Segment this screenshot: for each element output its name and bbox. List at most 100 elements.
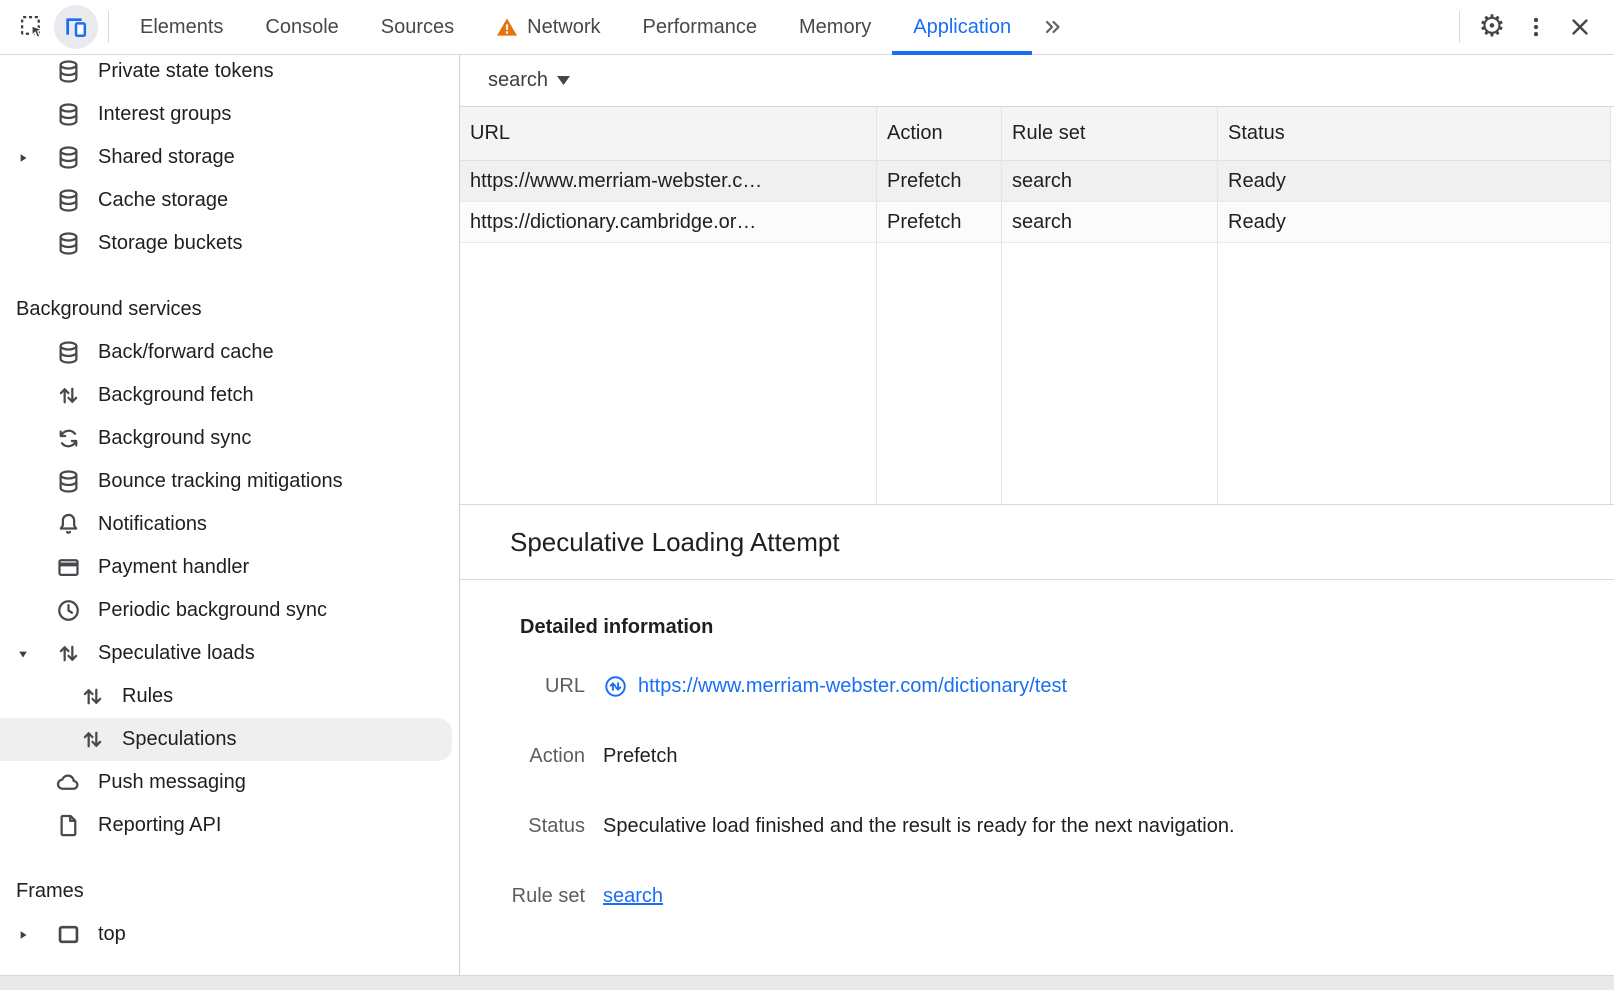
column-header-rule-set[interactable]: Rule set bbox=[1002, 107, 1218, 160]
sidebar-section-label: Frames bbox=[16, 880, 84, 903]
close-devtools-button[interactable] bbox=[1558, 5, 1602, 49]
database-icon bbox=[55, 339, 82, 366]
url-field: URL https://www.merriam-webster.com/dict… bbox=[460, 671, 1614, 701]
inspect-element-button[interactable] bbox=[10, 5, 54, 49]
tab-memory[interactable]: Memory bbox=[778, 0, 892, 55]
database-icon bbox=[55, 230, 82, 257]
cell-status: Ready bbox=[1218, 161, 1610, 201]
sidebar-section-background-services: Background services bbox=[0, 288, 459, 331]
cloud-icon bbox=[55, 769, 82, 796]
close-icon bbox=[1567, 14, 1593, 40]
cell-url: https://www.merriam-webster.c… bbox=[460, 161, 877, 201]
tab-label: Elements bbox=[140, 16, 223, 39]
database-icon bbox=[55, 187, 82, 214]
tab-elements[interactable]: Elements bbox=[119, 0, 244, 55]
sidebar-item-label: Private state tokens bbox=[98, 60, 274, 83]
devtools-window: Elements Console Sources Network Perform… bbox=[0, 0, 1614, 990]
tab-sources[interactable]: Sources bbox=[360, 0, 475, 55]
clock-icon bbox=[55, 597, 82, 624]
sidebar-item-label: Rules bbox=[122, 685, 173, 708]
url-link[interactable]: https://www.merriam-webster.com/dictiona… bbox=[638, 675, 1067, 698]
sidebar-item-label: Payment handler bbox=[98, 556, 249, 579]
cell-rule-set: search bbox=[1002, 161, 1218, 201]
customize-devtools-button[interactable] bbox=[1514, 5, 1558, 49]
sidebar-item-background-sync[interactable]: Background sync bbox=[0, 417, 452, 460]
sidebar-item-top-frame[interactable]: top bbox=[0, 913, 452, 956]
detailed-information-heading: Detailed information bbox=[520, 616, 1614, 644]
sidebar-item-notifications[interactable]: Notifications bbox=[0, 503, 452, 546]
sidebar-item-speculative-loads[interactable]: Speculative loads bbox=[0, 632, 452, 675]
sidebar-item-rules[interactable]: Rules bbox=[0, 675, 452, 718]
sidebar-item-label: Speculations bbox=[122, 728, 237, 751]
sidebar-item-cache-storage[interactable]: Cache storage bbox=[0, 179, 452, 222]
sidebar-item-speculations[interactable]: Speculations bbox=[0, 718, 452, 761]
rule-set-field: Rule set search bbox=[460, 881, 1614, 911]
kebab-menu-icon bbox=[1523, 14, 1549, 40]
rule-set-link[interactable]: search bbox=[603, 885, 663, 908]
tab-label: Memory bbox=[799, 16, 871, 39]
tab-performance[interactable]: Performance bbox=[622, 0, 779, 55]
toolbar-divider bbox=[108, 11, 109, 43]
more-tabs-button[interactable] bbox=[1032, 15, 1072, 39]
cell-status: Ready bbox=[1218, 202, 1610, 242]
inspect-cursor-icon bbox=[19, 14, 46, 41]
top-toolbar: Elements Console Sources Network Perform… bbox=[0, 0, 1614, 55]
column-header-url[interactable]: URL bbox=[460, 107, 877, 160]
database-icon bbox=[55, 468, 82, 495]
speculations-panel: search URL Action Rule set Status https:… bbox=[460, 55, 1614, 975]
column-header-status[interactable]: Status bbox=[1218, 107, 1610, 160]
sidebar-item-private-state-tokens[interactable]: Private state tokens bbox=[0, 55, 452, 93]
toggle-device-toolbar-button[interactable] bbox=[54, 5, 98, 49]
sidebar-item-label: Shared storage bbox=[98, 146, 235, 169]
ruleset-filter-dropdown[interactable]: search bbox=[488, 69, 570, 92]
ruleset-filter-value: search bbox=[488, 69, 548, 92]
speculations-toolbar: search bbox=[460, 55, 1614, 107]
sidebar-item-label: Push messaging bbox=[98, 771, 246, 794]
up-down-arrows-icon bbox=[55, 640, 82, 667]
sidebar-item-push-messaging[interactable]: Push messaging bbox=[0, 761, 452, 804]
tab-console[interactable]: Console bbox=[244, 0, 359, 55]
database-icon bbox=[55, 58, 82, 85]
sidebar-item-periodic-background-sync[interactable]: Periodic background sync bbox=[0, 589, 452, 632]
cell-action: Prefetch bbox=[877, 202, 1002, 242]
expander-expanded-icon[interactable] bbox=[16, 647, 30, 661]
sidebar-item-bounce-tracking-mitigations[interactable]: Bounce tracking mitigations bbox=[0, 460, 452, 503]
status-value: Speculative load finished and the result… bbox=[603, 815, 1235, 838]
database-icon bbox=[55, 101, 82, 128]
toolbar-right-controls: ⚙ bbox=[1449, 5, 1614, 49]
sidebar-item-storage-buckets[interactable]: Storage buckets bbox=[0, 222, 452, 265]
sidebar-item-shared-storage[interactable]: Shared storage bbox=[0, 136, 452, 179]
settings-button[interactable]: ⚙ bbox=[1470, 5, 1514, 49]
expander-collapsed-icon[interactable] bbox=[16, 928, 30, 942]
device-toolbar-icon bbox=[63, 14, 90, 41]
sidebar-item-payment-handler[interactable]: Payment handler bbox=[0, 546, 452, 589]
sidebar-item-label: Reporting API bbox=[98, 814, 221, 837]
sidebar-item-label: Interest groups bbox=[98, 103, 231, 126]
expander-collapsed-icon[interactable] bbox=[16, 151, 30, 165]
tab-application[interactable]: Application bbox=[892, 0, 1032, 55]
toolbar-divider bbox=[1459, 11, 1460, 43]
up-down-arrows-icon bbox=[79, 726, 106, 753]
sidebar-item-back-forward-cache[interactable]: Back/forward cache bbox=[0, 331, 452, 374]
table-row-merriam-webster[interactable]: https://www.merriam-webster.c… Prefetch … bbox=[460, 161, 1610, 202]
sidebar-item-interest-groups[interactable]: Interest groups bbox=[0, 93, 452, 136]
url-field-label: URL bbox=[460, 675, 585, 698]
column-header-action[interactable]: Action bbox=[877, 107, 1002, 160]
sidebar-item-label: Speculative loads bbox=[98, 642, 255, 665]
sidebar-item-reporting-api[interactable]: Reporting API bbox=[0, 804, 452, 847]
devtools-body: Private state tokens Interest groups Sha… bbox=[0, 55, 1614, 975]
sidebar-item-background-fetch[interactable]: Background fetch bbox=[0, 374, 452, 417]
sidebar-item-label: Background sync bbox=[98, 427, 251, 450]
dropdown-caret-icon bbox=[557, 76, 570, 86]
tab-label: Application bbox=[913, 16, 1011, 39]
table-row-cambridge[interactable]: https://dictionary.cambridge.or… Prefetc… bbox=[460, 202, 1610, 243]
tab-network[interactable]: Network bbox=[475, 0, 621, 55]
more-tabs-chevron-icon bbox=[1040, 15, 1064, 39]
cell-rule-set: search bbox=[1002, 202, 1218, 242]
warning-triangle-icon bbox=[496, 17, 518, 37]
sync-icon bbox=[55, 425, 82, 452]
sidebar-item-label: Back/forward cache bbox=[98, 341, 274, 364]
rule-set-field-label: Rule set bbox=[460, 885, 585, 908]
sidebar-item-label: Cache storage bbox=[98, 189, 228, 212]
payment-card-icon bbox=[55, 554, 82, 581]
